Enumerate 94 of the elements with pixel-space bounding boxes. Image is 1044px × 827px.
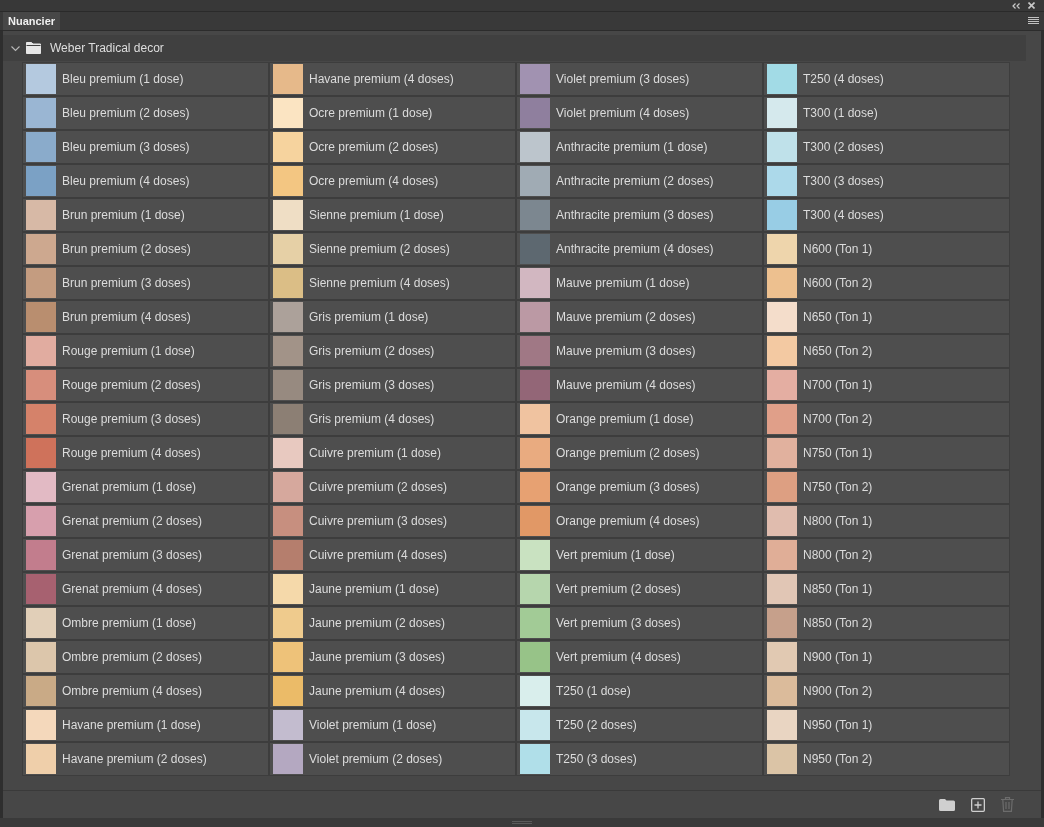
swatch-item[interactable]: Jaune premium (4 doses): [269, 674, 516, 708]
swatch-item[interactable]: Brun premium (4 doses): [22, 300, 269, 334]
swatch-item[interactable]: Vert premium (4 doses): [516, 640, 763, 674]
swatch-item[interactable]: Ocre premium (4 doses): [269, 164, 516, 198]
swatch-item[interactable]: Brun premium (2 doses): [22, 232, 269, 266]
swatch-item[interactable]: Bleu premium (4 doses): [22, 164, 269, 198]
swatch-item[interactable]: N750 (Ton 2): [763, 470, 1010, 504]
swatch-item[interactable]: Rouge premium (1 dose): [22, 334, 269, 368]
panel-tab[interactable]: Nuancier: [3, 12, 61, 30]
new-swatch-button[interactable]: [971, 797, 985, 812]
swatch-item[interactable]: Gris premium (3 doses): [269, 368, 516, 402]
swatch-item[interactable]: Bleu premium (3 doses): [22, 130, 269, 164]
swatch-item[interactable]: N750 (Ton 1): [763, 436, 1010, 470]
swatch-item[interactable]: Orange premium (2 doses): [516, 436, 763, 470]
swatch-item[interactable]: Mauve premium (1 dose): [516, 266, 763, 300]
group-header[interactable]: Weber Tradical decor: [3, 35, 1026, 61]
swatch-item[interactable]: Ocre premium (2 doses): [269, 130, 516, 164]
swatch-item[interactable]: Anthracite premium (1 dose): [516, 130, 763, 164]
swatch-item[interactable]: N900 (Ton 2): [763, 674, 1010, 708]
swatch-item[interactable]: T300 (4 doses): [763, 198, 1010, 232]
swatch-item[interactable]: T300 (1 dose): [763, 96, 1010, 130]
folder-icon: [26, 42, 41, 54]
swatch-item[interactable]: Jaune premium (3 doses): [269, 640, 516, 674]
swatch-item[interactable]: Violet premium (1 dose): [269, 708, 516, 742]
swatch-item[interactable]: Orange premium (1 dose): [516, 402, 763, 436]
swatch-item[interactable]: Cuivre premium (4 doses): [269, 538, 516, 572]
swatch-item[interactable]: Vert premium (3 doses): [516, 606, 763, 640]
swatch-item[interactable]: Rouge premium (2 doses): [22, 368, 269, 402]
swatch-item[interactable]: Anthracite premium (2 doses): [516, 164, 763, 198]
new-group-button[interactable]: [939, 798, 955, 811]
swatch-item[interactable]: Ocre premium (1 dose): [269, 96, 516, 130]
swatch-item[interactable]: Sienne premium (4 doses): [269, 266, 516, 300]
swatch-item[interactable]: N700 (Ton 2): [763, 402, 1010, 436]
swatch-item[interactable]: Cuivre premium (1 dose): [269, 436, 516, 470]
swatch-item[interactable]: Rouge premium (4 doses): [22, 436, 269, 470]
swatch-item[interactable]: Sienne premium (1 dose): [269, 198, 516, 232]
swatch-item[interactable]: Havane premium (1 dose): [22, 708, 269, 742]
swatch-item[interactable]: Gris premium (2 doses): [269, 334, 516, 368]
swatch-item[interactable]: Cuivre premium (2 doses): [269, 470, 516, 504]
swatch-item[interactable]: Orange premium (4 doses): [516, 504, 763, 538]
swatch-item[interactable]: Grenat premium (2 doses): [22, 504, 269, 538]
swatch-item[interactable]: Grenat premium (3 doses): [22, 538, 269, 572]
swatch-item[interactable]: Anthracite premium (3 doses): [516, 198, 763, 232]
swatch-item[interactable]: T250 (3 doses): [516, 742, 763, 776]
swatch-item[interactable]: Violet premium (4 doses): [516, 96, 763, 130]
swatch-item[interactable]: Bleu premium (2 doses): [22, 96, 269, 130]
swatch-item[interactable]: T300 (2 doses): [763, 130, 1010, 164]
swatch-item[interactable]: Ombre premium (2 doses): [22, 640, 269, 674]
menu-icon[interactable]: [1028, 17, 1039, 25]
swatch-item[interactable]: N850 (Ton 1): [763, 572, 1010, 606]
swatch-item[interactable]: Gris premium (1 dose): [269, 300, 516, 334]
close-icon[interactable]: [1028, 2, 1035, 9]
swatch-item[interactable]: Havane premium (4 doses): [269, 62, 516, 96]
swatch-item[interactable]: Ombre premium (4 doses): [22, 674, 269, 708]
swatch-item[interactable]: N900 (Ton 1): [763, 640, 1010, 674]
swatch-item[interactable]: Brun premium (3 doses): [22, 266, 269, 300]
swatch-item[interactable]: Cuivre premium (3 doses): [269, 504, 516, 538]
swatch-item[interactable]: Grenat premium (4 doses): [22, 572, 269, 606]
swatch-item[interactable]: N700 (Ton 1): [763, 368, 1010, 402]
swatch-item[interactable]: T300 (3 doses): [763, 164, 1010, 198]
swatch-item[interactable]: N950 (Ton 2): [763, 742, 1010, 776]
swatch-item[interactable]: Bleu premium (1 dose): [22, 62, 269, 96]
swatch-item[interactable]: Mauve premium (3 doses): [516, 334, 763, 368]
swatch-item[interactable]: Gris premium (4 doses): [269, 402, 516, 436]
swatch-item[interactable]: Ombre premium (1 dose): [22, 606, 269, 640]
resize-grip-icon[interactable]: [512, 821, 532, 824]
collapse-icon[interactable]: [1012, 2, 1020, 9]
swatch-item[interactable]: T250 (1 dose): [516, 674, 763, 708]
swatch-item[interactable]: N600 (Ton 2): [763, 266, 1010, 300]
chevron-down-icon[interactable]: [11, 43, 20, 53]
swatch-item[interactable]: Vert premium (2 doses): [516, 572, 763, 606]
swatch-item[interactable]: Violet premium (3 doses): [516, 62, 763, 96]
swatch-item[interactable]: N850 (Ton 2): [763, 606, 1010, 640]
swatch-item[interactable]: Orange premium (3 doses): [516, 470, 763, 504]
swatch-item[interactable]: Mauve premium (4 doses): [516, 368, 763, 402]
swatch-item[interactable]: N800 (Ton 1): [763, 504, 1010, 538]
swatch-item[interactable]: T250 (2 doses): [516, 708, 763, 742]
swatch-item[interactable]: Jaune premium (1 dose): [269, 572, 516, 606]
swatch-item[interactable]: N950 (Ton 1): [763, 708, 1010, 742]
swatch-item[interactable]: Vert premium (1 dose): [516, 538, 763, 572]
swatch-item[interactable]: Anthracite premium (4 doses): [516, 232, 763, 266]
swatch-item[interactable]: Mauve premium (2 doses): [516, 300, 763, 334]
swatch-item[interactable]: Sienne premium (2 doses): [269, 232, 516, 266]
swatch-item[interactable]: Brun premium (1 dose): [22, 198, 269, 232]
swatch-item[interactable]: T250 (4 doses): [763, 62, 1010, 96]
swatch-item[interactable]: N650 (Ton 2): [763, 334, 1010, 368]
swatch-item[interactable]: Violet premium (2 doses): [269, 742, 516, 776]
swatch-item[interactable]: Rouge premium (3 doses): [22, 402, 269, 436]
swatch-item[interactable]: Grenat premium (1 dose): [22, 470, 269, 504]
swatch-item[interactable]: N800 (Ton 2): [763, 538, 1010, 572]
swatch-item[interactable]: Havane premium (2 doses): [22, 742, 269, 776]
swatch-item[interactable]: N600 (Ton 1): [763, 232, 1010, 266]
swatch-item[interactable]: N650 (Ton 1): [763, 300, 1010, 334]
swatch-item[interactable]: Jaune premium (2 doses): [269, 606, 516, 640]
